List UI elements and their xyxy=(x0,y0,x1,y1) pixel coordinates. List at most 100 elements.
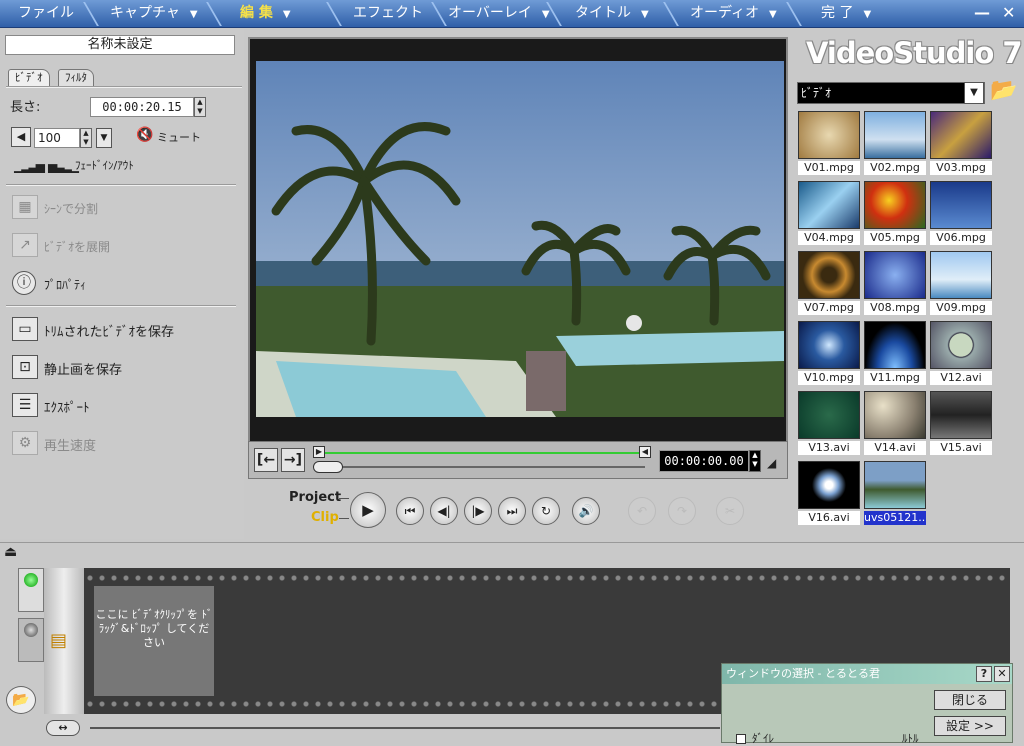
thumbnail xyxy=(930,181,992,229)
properties-label[interactable]: ﾌﾟﾛﾊﾟﾃｨ xyxy=(44,276,86,293)
storyboard-view-tab[interactable] xyxy=(18,568,44,612)
previous-frame-button[interactable]: ◀| xyxy=(430,497,458,525)
mute-label[interactable]: ミュート xyxy=(157,129,201,145)
library-item[interactable]: uvs05121... xyxy=(864,461,926,527)
thumbnail xyxy=(930,391,992,439)
save-trimmed-icon[interactable]: ▭ xyxy=(12,317,38,341)
dialog-help-icon[interactable]: ? xyxy=(976,666,992,682)
play-button[interactable]: ▶ xyxy=(350,492,386,528)
close-icon[interactable]: ✕ xyxy=(1002,4,1015,22)
scrub-track[interactable] xyxy=(315,466,645,468)
fade-out-icon[interactable]: ▅▃▂▁ xyxy=(48,159,79,173)
library-item[interactable]: V01.mpg xyxy=(798,111,860,177)
volume-spinner[interactable]: ▲ ▼ xyxy=(80,128,92,148)
library-item[interactable]: V05.mpg xyxy=(864,181,926,247)
library-item[interactable]: V12.avi xyxy=(930,321,992,387)
track-header: ▤ xyxy=(44,568,84,714)
save-still-icon[interactable]: ⊡ xyxy=(12,355,38,379)
menu-capture[interactable]: キャプチャ ▼ xyxy=(92,0,212,27)
speaker-icon[interactable]: ◀ xyxy=(11,127,31,147)
eject-up-icon[interactable]: ⏏ xyxy=(4,544,17,560)
expand-video-label: ﾋﾞﾃﾞｵを展開 xyxy=(44,240,111,254)
end-button[interactable]: ⏭ xyxy=(498,497,526,525)
mark-in-button[interactable]: [← xyxy=(254,448,278,472)
menu-audio[interactable]: オーディオ ▼ xyxy=(672,0,787,27)
dialog-title: ウィンドウの選択 - とるとる君 xyxy=(722,664,1012,684)
thumbnail xyxy=(930,321,992,369)
trim-end-handle[interactable]: ◀ xyxy=(639,446,651,458)
properties-icon[interactable]: ⓘ xyxy=(12,271,36,295)
green-led-icon xyxy=(24,573,38,587)
tab-video[interactable]: ﾋﾞﾃﾞｵ xyxy=(8,69,50,87)
library-item[interactable]: V10.mpg xyxy=(798,321,860,387)
duration-input[interactable]: 00:00:20.15 xyxy=(90,97,194,117)
library-category-select[interactable]: ﾋﾞﾃﾞｵ xyxy=(797,82,985,104)
trim-start-handle[interactable]: ▶ xyxy=(313,446,325,458)
minimize-icon[interactable]: — xyxy=(974,4,990,22)
fade-label: ﾌｪｰﾄﾞｲﾝ/ｱｳﾄ xyxy=(75,159,134,172)
mute-icon[interactable]: 🔇 xyxy=(136,127,153,143)
export-label[interactable]: ｴｸｽﾎﾟｰﾄ xyxy=(44,397,90,416)
playback-speed-label: 再生速度 xyxy=(44,439,97,454)
home-button[interactable]: ⏮ xyxy=(396,497,424,525)
main-menu-bar: ファイル キャプチャ ▼ 編 集 ▼ エフェクト オーバーレイ ▼ タイトル ▼ オーデ… xyxy=(0,0,1024,28)
dialog-close-icon[interactable]: ✕ xyxy=(994,666,1010,682)
save-still-label[interactable]: 静止画を保存 xyxy=(44,359,122,378)
library-item[interactable]: V08.mpg xyxy=(864,251,926,317)
menu-title[interactable]: タイトル ▼ xyxy=(557,0,667,27)
thumbnail xyxy=(930,251,992,299)
library-item[interactable]: V15.avi xyxy=(930,391,992,457)
library-item[interactable]: V04.mpg xyxy=(798,181,860,247)
thumbnail xyxy=(798,461,860,509)
menu-effect[interactable]: エフェクト xyxy=(335,0,435,27)
library-item[interactable]: V13.avi xyxy=(798,391,860,457)
duration-spinner[interactable]: ▲ ▼ xyxy=(194,97,206,117)
dialog-settings-button[interactable]: 設定 >> xyxy=(934,716,1006,736)
open-folder-icon[interactable]: 📂 xyxy=(990,78,1017,103)
thumbnail xyxy=(798,111,860,159)
library-item[interactable]: V06.mpg xyxy=(930,181,992,247)
project-name-field[interactable]: 名称未設定 xyxy=(5,35,235,55)
library-item[interactable]: V11.mpg xyxy=(864,321,926,387)
category-dropdown-icon[interactable]: ▼ xyxy=(964,82,984,104)
thumbnail xyxy=(798,181,860,229)
save-trimmed-label[interactable]: ﾄﾘﾑされたﾋﾞﾃﾞｵを保存 xyxy=(44,321,174,340)
menu-edit[interactable]: 編 集 ▼ xyxy=(222,0,332,27)
timeline-scrollbar[interactable] xyxy=(90,727,720,729)
fade-in-icon[interactable]: ▁▂▃▅ xyxy=(14,159,45,173)
mark-out-button[interactable]: →] xyxy=(281,448,305,472)
clip-drop-placeholder[interactable]: ここに ﾋﾞﾃﾞｵｸﾘｯﾌﾟを ﾄﾞﾗｯｸﾞ&ﾄﾞﾛｯﾌﾟ してください xyxy=(94,586,214,696)
preview-window xyxy=(248,37,788,477)
menu-overlay[interactable]: オーバーレイ ▼ xyxy=(430,0,550,27)
clip-mode-label[interactable]: Clip xyxy=(311,510,339,525)
thumbnail xyxy=(798,391,860,439)
volume-dropdown-icon[interactable]: ▼ xyxy=(96,128,112,148)
project-mode-label[interactable]: Project xyxy=(289,490,341,505)
volume-input[interactable]: 100 xyxy=(34,128,80,148)
redo-button: ↷ xyxy=(668,497,696,525)
next-frame-button[interactable]: |▶ xyxy=(464,497,492,525)
library-item[interactable]: V03.mpg xyxy=(930,111,992,177)
export-icon[interactable]: ☰ xyxy=(12,393,38,417)
folder-icon[interactable]: 📂 xyxy=(6,686,36,714)
window-select-dialog: ウィンドウの選択 - とるとる君 ? ✕ 閉じる 設定 >> ﾀﾞｲﾚ ﾙﾄﾙ xyxy=(721,663,1013,745)
thumbnail xyxy=(864,111,926,159)
menu-finish[interactable]: 完 了 ▼ xyxy=(803,0,903,27)
repeat-button[interactable]: ↻ xyxy=(532,497,560,525)
timecode-spinner[interactable]: ▲ ▼ xyxy=(749,450,761,472)
preview-timecode[interactable]: 00:00:00.00 xyxy=(659,450,749,472)
resize-preview-icon[interactable]: ◢ xyxy=(767,456,776,470)
library-item[interactable]: V09.mpg xyxy=(930,251,992,317)
library-item[interactable]: V14.avi xyxy=(864,391,926,457)
dialog-close-button[interactable]: 閉じる xyxy=(934,690,1006,710)
tab-filter[interactable]: ﾌｨﾙﾀ xyxy=(58,69,94,87)
library-item[interactable]: V07.mpg xyxy=(798,251,860,317)
system-volume-button[interactable]: 🔊 xyxy=(572,497,600,525)
library-item[interactable]: V16.avi xyxy=(798,461,860,527)
scrub-slider-handle[interactable] xyxy=(313,461,343,473)
zoom-arrows-icon[interactable]: ↔ xyxy=(46,720,80,736)
library-item[interactable]: V02.mpg xyxy=(864,111,926,177)
timeline-view-tab[interactable] xyxy=(18,618,44,662)
app-title: VideoStudio 7 xyxy=(806,36,1023,70)
grey-led-icon xyxy=(24,623,38,637)
